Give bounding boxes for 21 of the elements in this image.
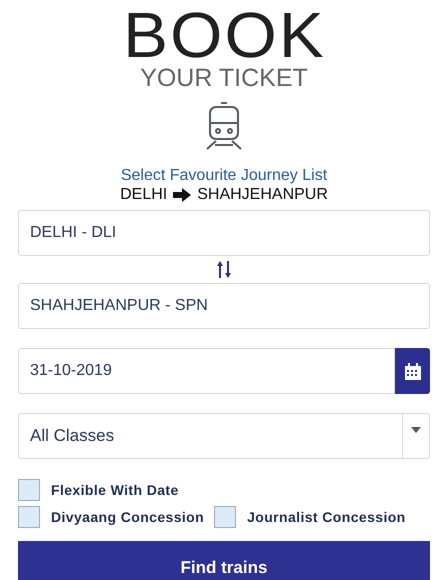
checkbox[interactable] — [18, 479, 40, 501]
route-destination: SHAHJEHANPUR — [197, 186, 328, 204]
destination-field[interactable]: SHAHJEHANPUR - SPN — [18, 283, 430, 329]
calendar-icon — [404, 362, 420, 380]
favourite-journey-link[interactable]: Select Favourite Journey List — [120, 167, 328, 185]
checkbox[interactable] — [18, 506, 40, 528]
logo-title: BOOK — [122, 6, 326, 64]
class-select[interactable]: All Classes — [18, 413, 430, 459]
swap-icon[interactable] — [217, 261, 231, 278]
checkbox-label: Flexible With Date — [51, 480, 179, 500]
dropdown-caret-icon — [411, 427, 421, 433]
checkbox-label: Divyaang Concession — [51, 508, 204, 527]
date-field[interactable]: 31-10-2019 — [18, 348, 395, 394]
checkbox-label: Journalist Concession — [247, 508, 406, 526]
route-origin: DELHI — [120, 186, 168, 204]
calendar-button[interactable] — [395, 348, 430, 394]
checkbox[interactable] — [214, 506, 236, 528]
right-arrow-icon — [173, 188, 192, 202]
origin-field[interactable]: DELHI - DLI — [18, 210, 430, 256]
find-trains-button[interactable]: Find trains — [18, 541, 430, 580]
logo-subtitle: YOUR TICKET — [140, 65, 308, 91]
